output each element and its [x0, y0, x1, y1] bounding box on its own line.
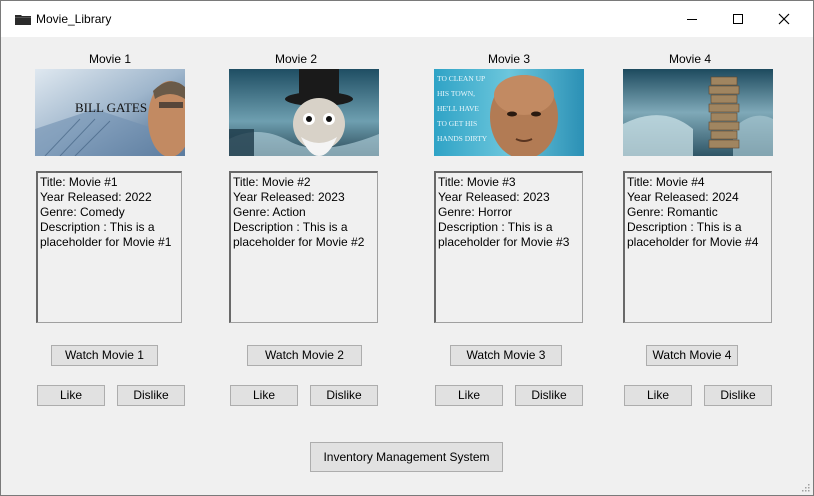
folder-icon	[15, 15, 31, 25]
movie-3-genre-line: Genre: Horror	[438, 205, 513, 219]
watch-movie-3-button[interactable]: Watch Movie 3	[450, 345, 562, 366]
movie-3-poster-text-line-3: HE'LL HAVE	[437, 104, 479, 113]
movie-2-genre-line: Genre: Action	[233, 205, 306, 219]
movie-1-year-line: Year Released: 2022	[40, 190, 152, 204]
movie-3-poster-text-line-1: TO CLEAN UP	[437, 74, 485, 83]
close-icon	[778, 13, 790, 25]
movie-2-description-line-2: placeholder for Movie #2	[233, 235, 365, 249]
inventory-management-button[interactable]: Inventory Management System	[310, 442, 503, 472]
movie-4-year-line: Year Released: 2024	[627, 190, 739, 204]
movie-3-poster: TO CLEAN UP HIS TOWN, HE'LL HAVE TO GET …	[434, 69, 584, 156]
movie-3-poster-text-line-4: TO GET HIS	[437, 119, 477, 128]
movie-1-title-line: Title: Movie #1	[40, 175, 118, 189]
movie-3-description-line: Description : This is a	[438, 220, 553, 234]
movie-1-label: Movie 1	[88, 52, 132, 66]
minimize-icon	[687, 19, 697, 20]
close-button[interactable]	[761, 1, 807, 37]
movie-2-title-line: Title: Movie #2	[233, 175, 311, 189]
watch-movie-1-button[interactable]: Watch Movie 1	[51, 345, 158, 366]
resize-grip-icon[interactable]	[800, 482, 810, 492]
movie-1-dislike-button[interactable]: Dislike	[117, 385, 185, 406]
movie-1-poster-text: BILL GATES	[75, 100, 147, 115]
watch-movie-4-button[interactable]: Watch Movie 4	[646, 345, 738, 366]
movie-4-info-textbox[interactable]: Title: Movie #4 Year Released: 2024 Genr…	[623, 171, 772, 323]
movie-4-description-line-2: placeholder for Movie #4	[627, 235, 759, 249]
maximize-icon	[733, 14, 743, 24]
movie-4-poster	[623, 69, 773, 156]
minimize-button[interactable]	[669, 1, 715, 37]
app-window: Movie_Library Movie 1 BILL GATES Title: …	[0, 0, 814, 496]
movie-2-like-button[interactable]: Like	[230, 385, 298, 406]
movie-3-label: Movie 3	[487, 52, 531, 66]
movie-4-like-button[interactable]: Like	[624, 385, 692, 406]
movie-1-info-textbox[interactable]: Title: Movie #1 Year Released: 2022 Genr…	[36, 171, 182, 323]
movie-2-poster	[229, 69, 379, 156]
movie-4-label: Movie 4	[668, 52, 712, 66]
movie-4-genre-line: Genre: Romantic	[627, 205, 718, 219]
movie-3-title-line: Title: Movie #3	[438, 175, 516, 189]
movie-2-dislike-button[interactable]: Dislike	[310, 385, 378, 406]
movie-3-year-line: Year Released: 2023	[438, 190, 550, 204]
movie-4-title-line: Title: Movie #4	[627, 175, 705, 189]
movie-3-info-textbox[interactable]: Title: Movie #3 Year Released: 2023 Genr…	[434, 171, 583, 323]
maximize-button[interactable]	[715, 1, 761, 37]
movie-3-like-button[interactable]: Like	[435, 385, 503, 406]
movie-3-poster-text-line-2: HIS TOWN,	[437, 89, 475, 98]
window-title: Movie_Library	[36, 12, 112, 26]
movie-2-description-line: Description : This is a	[233, 220, 348, 234]
movie-1-poster: BILL GATES	[35, 69, 185, 156]
movie-3-description-line-2: placeholder for Movie #3	[438, 235, 570, 249]
movie-2-label: Movie 2	[274, 52, 318, 66]
movie-3-poster-text-line-5: HANDS DIRTY	[437, 134, 488, 143]
movie-1-like-button[interactable]: Like	[37, 385, 105, 406]
movie-3-dislike-button[interactable]: Dislike	[515, 385, 583, 406]
movie-4-description-line: Description : This is a	[627, 220, 742, 234]
movie-1-description-line: Description : This is a	[40, 220, 155, 234]
title-bar: Movie_Library	[1, 1, 813, 37]
movie-2-year-line: Year Released: 2023	[233, 190, 345, 204]
movie-4-dislike-button[interactable]: Dislike	[704, 385, 772, 406]
movie-1-description-line-2: placeholder for Movie #1	[40, 235, 172, 249]
movie-2-info-textbox[interactable]: Title: Movie #2 Year Released: 2023 Genr…	[229, 171, 378, 323]
movie-1-genre-line: Genre: Comedy	[40, 205, 125, 219]
watch-movie-2-button[interactable]: Watch Movie 2	[247, 345, 362, 366]
